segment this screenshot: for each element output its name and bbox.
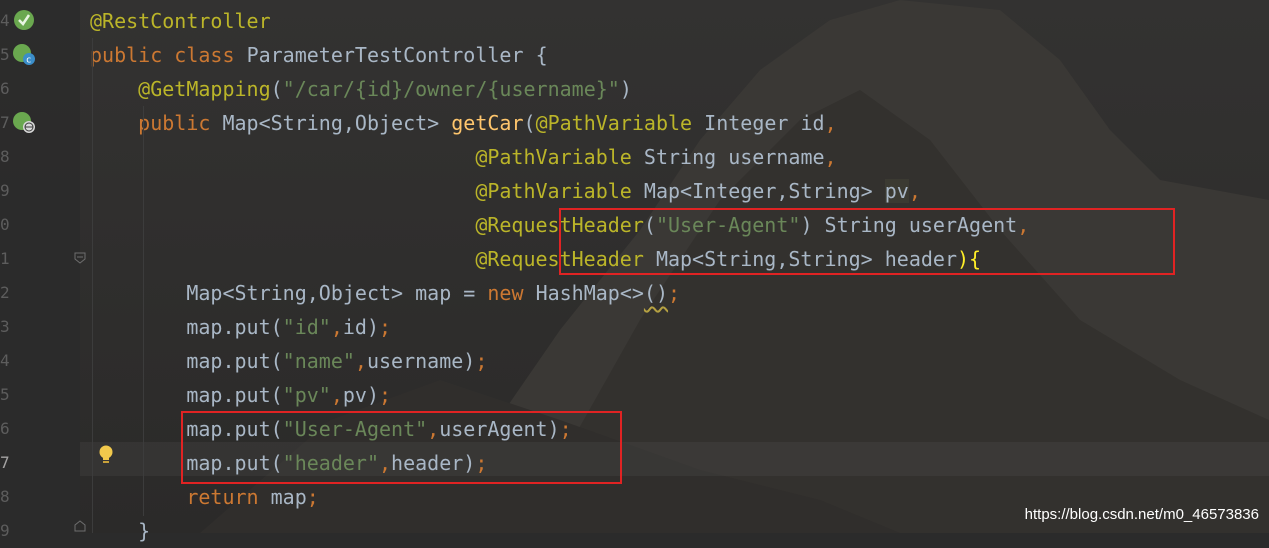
svg-text:c: c <box>26 56 31 66</box>
method-name: getCar <box>451 111 524 135</box>
semicolon: ; <box>668 281 681 305</box>
keyword: return <box>186 485 259 509</box>
brace: } <box>138 519 151 543</box>
annotation: @PathVariable <box>535 111 693 135</box>
paren: ( <box>270 383 283 407</box>
line-number: 6 <box>0 419 10 438</box>
code-line-1: @RestController <box>90 4 271 38</box>
line-number: 5 <box>0 45 10 64</box>
watermark: https://blog.csdn.net/m0_46573836 <box>1024 506 1259 523</box>
class-name: ParameterTestController <box>246 43 524 67</box>
return-type: Map<String,Object> <box>222 111 440 135</box>
semicolon: ; <box>306 485 319 509</box>
line-number: 2 <box>0 283 10 302</box>
semicolon: ; <box>379 315 392 339</box>
paren: ( <box>270 349 283 373</box>
param-type: String <box>643 145 717 169</box>
paren: ) <box>366 383 380 407</box>
string-literal: "id" <box>282 315 331 339</box>
code-line-11: map.put("name",username); <box>90 344 487 378</box>
annotation: @RestController <box>90 9 271 33</box>
line-number: 4 <box>0 351 10 370</box>
param-name: username <box>728 145 825 169</box>
web-endpoint-icon[interactable] <box>12 110 36 134</box>
line-number: 3 <box>0 317 10 336</box>
comma: , <box>824 111 837 135</box>
paren: () <box>643 281 669 305</box>
code-line-3: @GetMapping("/car/{id}/owner/{username}"… <box>90 72 632 106</box>
keyword: public <box>138 111 211 135</box>
code-line-9: Map<String,Object> map = new HashMap<>()… <box>90 276 680 310</box>
line-number: 9 <box>0 181 10 200</box>
line-number: 8 <box>0 147 10 166</box>
line-number: 7 <box>0 113 10 132</box>
comma: , <box>330 315 343 339</box>
param-type: Map<Integer,String> <box>643 179 873 203</box>
comma: , <box>824 145 837 169</box>
method-call: map.put <box>186 349 271 373</box>
argument: username <box>366 349 464 373</box>
paren: ) <box>619 77 632 101</box>
spring-bean-icon[interactable] <box>12 8 36 32</box>
code-line-6: @PathVariable Map<Integer,String> pv, <box>90 174 921 208</box>
lightbulb-icon[interactable] <box>97 444 115 466</box>
brace: { <box>535 43 548 67</box>
line-number: 5 <box>0 385 10 404</box>
param-type: Integer <box>704 111 789 135</box>
semicolon: ; <box>379 383 392 407</box>
line-number: 1 <box>0 249 10 268</box>
spring-controller-icon[interactable]: c <box>12 42 36 66</box>
line-number: 7 <box>0 453 10 472</box>
paren: ( <box>270 77 283 101</box>
indent-guide <box>143 106 144 516</box>
string-literal: "name" <box>282 349 355 373</box>
argument: id <box>342 315 367 339</box>
var-name: map <box>415 281 452 305</box>
annotation: @PathVariable <box>475 145 632 169</box>
annotation: @GetMapping <box>138 77 271 101</box>
code-line-4: public Map<String,Object> getCar(@PathVa… <box>90 106 837 140</box>
code-line-16: } <box>90 514 150 548</box>
editor-gutter: 4 5 6 7 8 9 0 1 2 3 4 5 6 7 8 9 c <box>0 0 86 540</box>
highlight-box-params <box>559 208 1175 275</box>
keyword: class <box>174 43 235 67</box>
indent-guide <box>92 38 93 533</box>
line-number: 9 <box>0 521 10 540</box>
annotation: @PathVariable <box>475 179 632 203</box>
highlight-box-puts <box>181 411 622 484</box>
method-call: map.put <box>186 383 271 407</box>
keyword: public <box>90 43 163 67</box>
line-number: 0 <box>0 215 10 234</box>
code-line-10: map.put("id",id); <box>90 310 391 344</box>
code-line-2: public class ParameterTestController { <box>90 38 548 72</box>
paren: ( <box>523 111 536 135</box>
code-line-12: map.put("pv",pv); <box>90 378 391 412</box>
line-number: 6 <box>0 79 10 98</box>
semicolon: ; <box>475 349 488 373</box>
paren: ) <box>463 349 476 373</box>
method-call: map.put <box>186 315 271 339</box>
keyword: new <box>487 281 524 305</box>
code-line-5: @PathVariable String username, <box>90 140 837 174</box>
constructor: HashMap<> <box>535 281 644 305</box>
paren: ) <box>366 315 380 339</box>
argument: map <box>270 485 307 509</box>
var-type: Map<String,Object> <box>186 281 404 305</box>
comma: , <box>908 179 921 203</box>
string-literal: "pv" <box>282 383 331 407</box>
param-name: id <box>800 111 825 135</box>
comma: , <box>330 383 343 407</box>
string-literal: "/car/{id}/owner/{username}" <box>282 77 620 101</box>
line-number: 8 <box>0 487 10 506</box>
param-name: pv <box>884 179 909 203</box>
line-number: 4 <box>0 11 10 30</box>
code-line-15: return map; <box>90 480 319 514</box>
paren: ( <box>270 315 283 339</box>
operator: = <box>463 281 476 305</box>
comma: , <box>354 349 367 373</box>
argument: pv <box>342 383 367 407</box>
